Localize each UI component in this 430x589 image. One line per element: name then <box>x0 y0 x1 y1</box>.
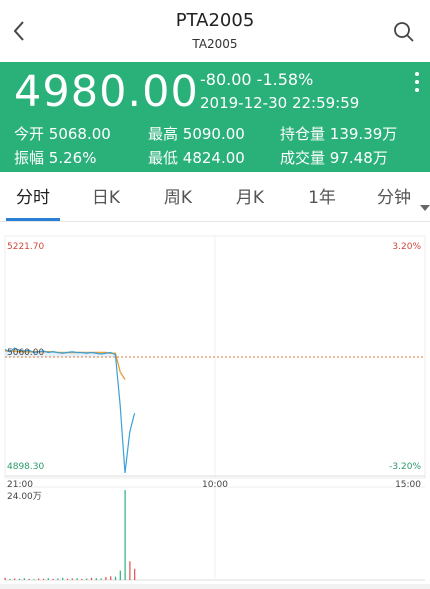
stat-amp-value: 5.26% <box>48 149 97 167</box>
volume-bar <box>57 578 59 580</box>
volume-bar <box>110 576 112 580</box>
volume-bar <box>33 579 35 580</box>
volume-bar <box>47 578 49 580</box>
volume-bar <box>23 578 25 580</box>
volume-bar <box>18 578 21 580</box>
more-vertical-icon[interactable] <box>413 72 421 100</box>
stat-vol-value: 97.48万 <box>329 149 388 167</box>
y-mid-label: 5060.00 <box>7 348 44 358</box>
y-top-label: 5221.70 <box>7 242 44 252</box>
tab-minute[interactable]: 分钟 <box>364 175 424 221</box>
volume-bar <box>129 561 131 580</box>
pct-top-label: 3.20% <box>392 242 421 252</box>
stat-low-value: 4824.00 <box>182 149 245 167</box>
stat-open-value: 5068.00 <box>48 125 111 143</box>
stat-open-interest: 持仓量 139.39万 <box>280 123 397 144</box>
stat-high-value: 5090.00 <box>182 125 245 143</box>
volume-bar <box>134 568 136 580</box>
x-tick-end: 15:00 <box>395 480 421 490</box>
volume-bar <box>95 578 97 580</box>
volume-bar <box>71 578 73 580</box>
quote-panel: 4980.00 -80.00 -1.58% 2019-12-30 22:59:5… <box>0 62 430 172</box>
tab-monthly-k[interactable]: 月K <box>220 175 280 221</box>
tab-one-year[interactable]: 1年 <box>292 175 352 221</box>
nav-header: PTA2005 TA2005 <box>0 0 430 62</box>
y-bottom-label: 4898.30 <box>7 462 44 472</box>
volume-max-label: 24.00万 <box>7 492 42 502</box>
volume-bar <box>52 578 54 580</box>
volume-bar <box>86 578 88 580</box>
volume-bar <box>119 570 121 580</box>
page-subtitle: TA2005 <box>192 37 238 51</box>
chart-svg: 5221.70 5060.00 4898.30 3.20% -3.20% 21:… <box>4 235 426 581</box>
stat-open-label: 今开 <box>14 125 45 143</box>
volume-bar <box>62 577 64 580</box>
page-title: PTA2005 <box>175 10 255 31</box>
bottom-divider <box>0 584 430 589</box>
tab-intraday[interactable]: 分时 <box>3 175 63 221</box>
volume-bar <box>28 578 30 580</box>
volume-bar <box>76 578 78 580</box>
volume-bar <box>42 578 45 580</box>
x-tick-mid: 10:00 <box>202 480 228 490</box>
volume-bar <box>4 577 6 580</box>
quote-datetime: 2019-12-30 22:59:59 <box>200 94 360 112</box>
stat-open: 今开 5068.00 <box>14 123 111 144</box>
stat-high: 最高 5090.00 <box>148 123 245 144</box>
stat-oi-label: 持仓量 <box>280 125 326 143</box>
x-tick-start: 21:00 <box>7 480 33 490</box>
period-tabs: 分时 日K 周K 月K 1年 分钟 <box>0 175 430 222</box>
stat-low-label: 最低 <box>148 149 179 167</box>
active-tab-indicator <box>6 218 60 221</box>
stat-high-label: 最高 <box>148 125 179 143</box>
stat-volume: 成交量 97.48万 <box>280 147 388 168</box>
price-change: -80.00 -1.58% <box>200 70 314 89</box>
volume-bar <box>38 578 40 580</box>
caret-down-icon[interactable] <box>420 205 430 211</box>
stat-amp-label: 振幅 <box>14 149 45 167</box>
tab-daily-k[interactable]: 日K <box>76 175 136 221</box>
volume-bar <box>81 578 83 580</box>
stat-vol-label: 成交量 <box>280 149 326 167</box>
pct-bottom-label: -3.20% <box>389 462 421 472</box>
stat-oi-value: 139.39万 <box>329 125 398 143</box>
volume-bar <box>9 578 11 580</box>
volume-bar <box>105 577 107 580</box>
stat-amplitude: 振幅 5.26% <box>14 147 96 168</box>
volume-bar <box>14 578 16 580</box>
tab-weekly-k[interactable]: 周K <box>148 175 208 221</box>
volume-bars <box>4 490 136 580</box>
volume-bar <box>124 490 126 580</box>
stat-low: 最低 4824.00 <box>148 147 245 168</box>
price-line <box>4 347 136 474</box>
volume-bar <box>114 576 117 580</box>
search-icon[interactable] <box>392 20 416 44</box>
volume-bar <box>66 578 69 580</box>
intraday-chart[interactable]: 5221.70 5060.00 4898.30 3.20% -3.20% 21:… <box>0 222 430 584</box>
last-price: 4980.00 <box>14 67 199 117</box>
volume-bar <box>100 578 102 580</box>
volume-bar <box>90 577 93 580</box>
